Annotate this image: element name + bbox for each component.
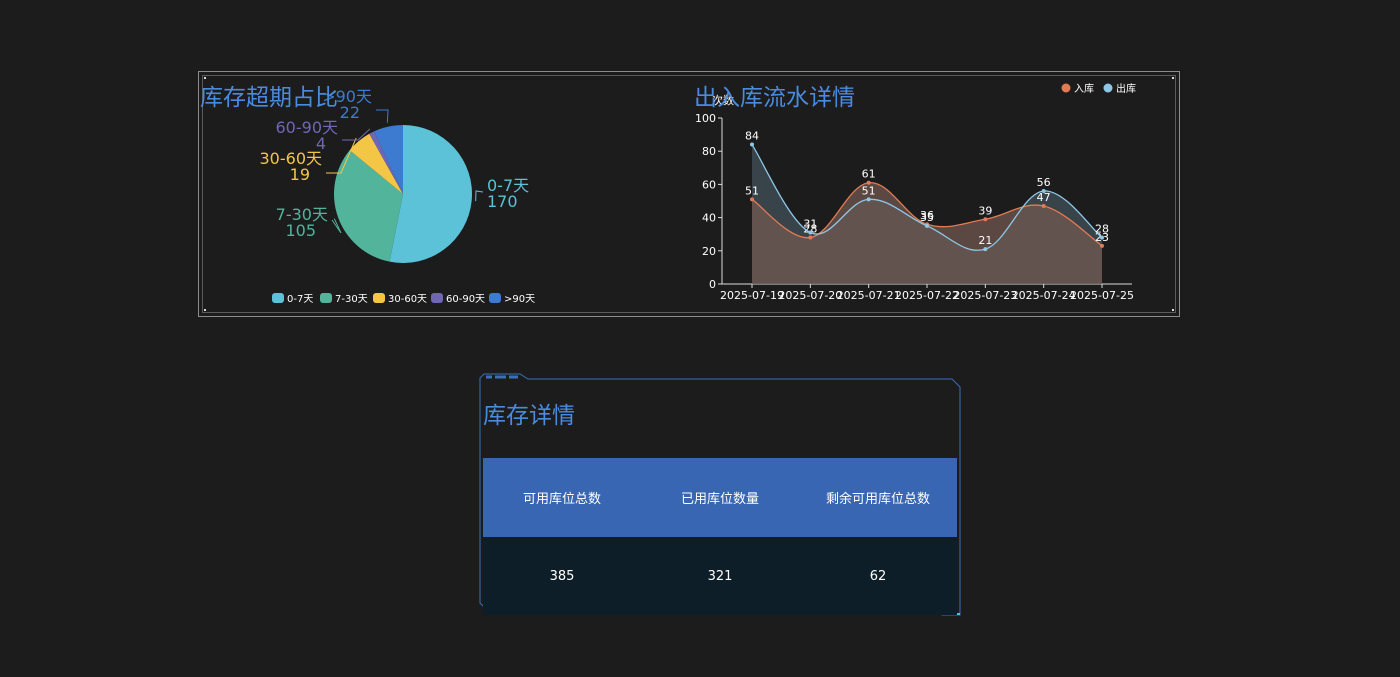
x-tick-label: 2025-07-21 [837,289,901,302]
y-tick-label: 100 [695,112,716,125]
data-point [808,235,813,240]
data-label: 39 [978,204,992,217]
data-point [925,223,929,228]
x-tick-label: 2025-07-25 [1070,289,1134,302]
data-label: 28 [1095,223,1109,236]
data-label: 35 [920,211,934,224]
pie-label-category: 60-90天 [276,118,339,137]
pie-legend-label: 0-7天 [287,294,313,305]
line-legend-swatch [1103,83,1113,93]
pie-legend-label: 60-90天 [446,294,485,305]
pie-legend-swatch [431,293,443,303]
data-point [1041,189,1046,194]
data-label: 84 [745,130,759,143]
table-cell: 321 [707,568,733,584]
data-label: 51 [862,184,876,197]
pie-label-value: 105 [285,221,316,240]
pie-label-value: 4 [316,134,326,153]
pie-label-value: 19 [290,165,310,184]
data-label: 56 [1037,176,1051,189]
table-header-cell: 已用库位数量 [680,492,759,507]
data-point [866,197,871,202]
data-label: 51 [745,184,759,197]
detail-title: 库存详情 [483,403,575,429]
table-header-cell: 剩余可用库位总数 [825,492,930,507]
table-header-cell: 可用库位总数 [522,492,601,507]
x-tick-label: 2025-07-23 [953,289,1017,302]
pie-title: 库存超期占比 [200,85,338,111]
pie-label-value: 22 [340,103,360,122]
data-point [983,217,988,222]
y-tick-label: 40 [702,212,716,225]
data-point [1100,243,1104,248]
corner-dot [1172,309,1174,311]
pie-legend-label: 7-30天 [335,294,368,305]
pie-legend-swatch [489,293,501,303]
x-tick-label: 2025-07-20 [778,289,842,302]
pie-legend-swatch [320,293,332,303]
x-tick-label: 2025-07-19 [720,289,784,302]
pie-chart: 0-7天1707-30天10530-60天1960-90天4>90天220-7天… [260,87,536,305]
line-legend-label: 入库 [1074,82,1094,95]
data-point [983,247,988,252]
inventory-table: 可用库位总数 已用库位数量 剩余可用库位总数 385 321 62 [483,458,957,615]
table-row: 385 321 62 [483,537,957,615]
y-tick-label: 0 [709,278,716,291]
x-tick-label: 2025-07-24 [1012,289,1076,302]
line-legend-swatch [1061,83,1071,93]
line-title: 出入库流水详情 [694,85,855,111]
data-label: 61 [862,168,876,181]
data-point [1041,203,1046,208]
y-tick-label: 20 [702,245,716,258]
data-label: 21 [978,234,992,247]
pie-label-value: 170 [487,192,518,211]
pie-legend-swatch [272,293,284,303]
corner-dot [1172,77,1174,79]
y-tick-label: 80 [702,145,716,158]
pie-legend-label: 30-60天 [388,294,427,305]
pie-legend-label: >90天 [504,294,535,305]
data-label: 31 [803,218,817,231]
table-cell: 62 [869,568,887,584]
pie-leader-line [376,109,389,123]
y-tick-label: 60 [702,178,716,191]
x-tick-label: 2025-07-22 [895,289,959,302]
pie-leader-line [475,190,484,202]
data-point [750,197,754,202]
table-header-row: 可用库位总数 已用库位数量 剩余可用库位总数 [483,458,957,537]
data-point [750,142,754,147]
line-legend-label: 出库 [1116,82,1136,95]
pie-legend-swatch [373,293,385,303]
data-point [808,230,813,235]
table-cell: 385 [549,568,575,584]
data-point [1100,235,1104,240]
